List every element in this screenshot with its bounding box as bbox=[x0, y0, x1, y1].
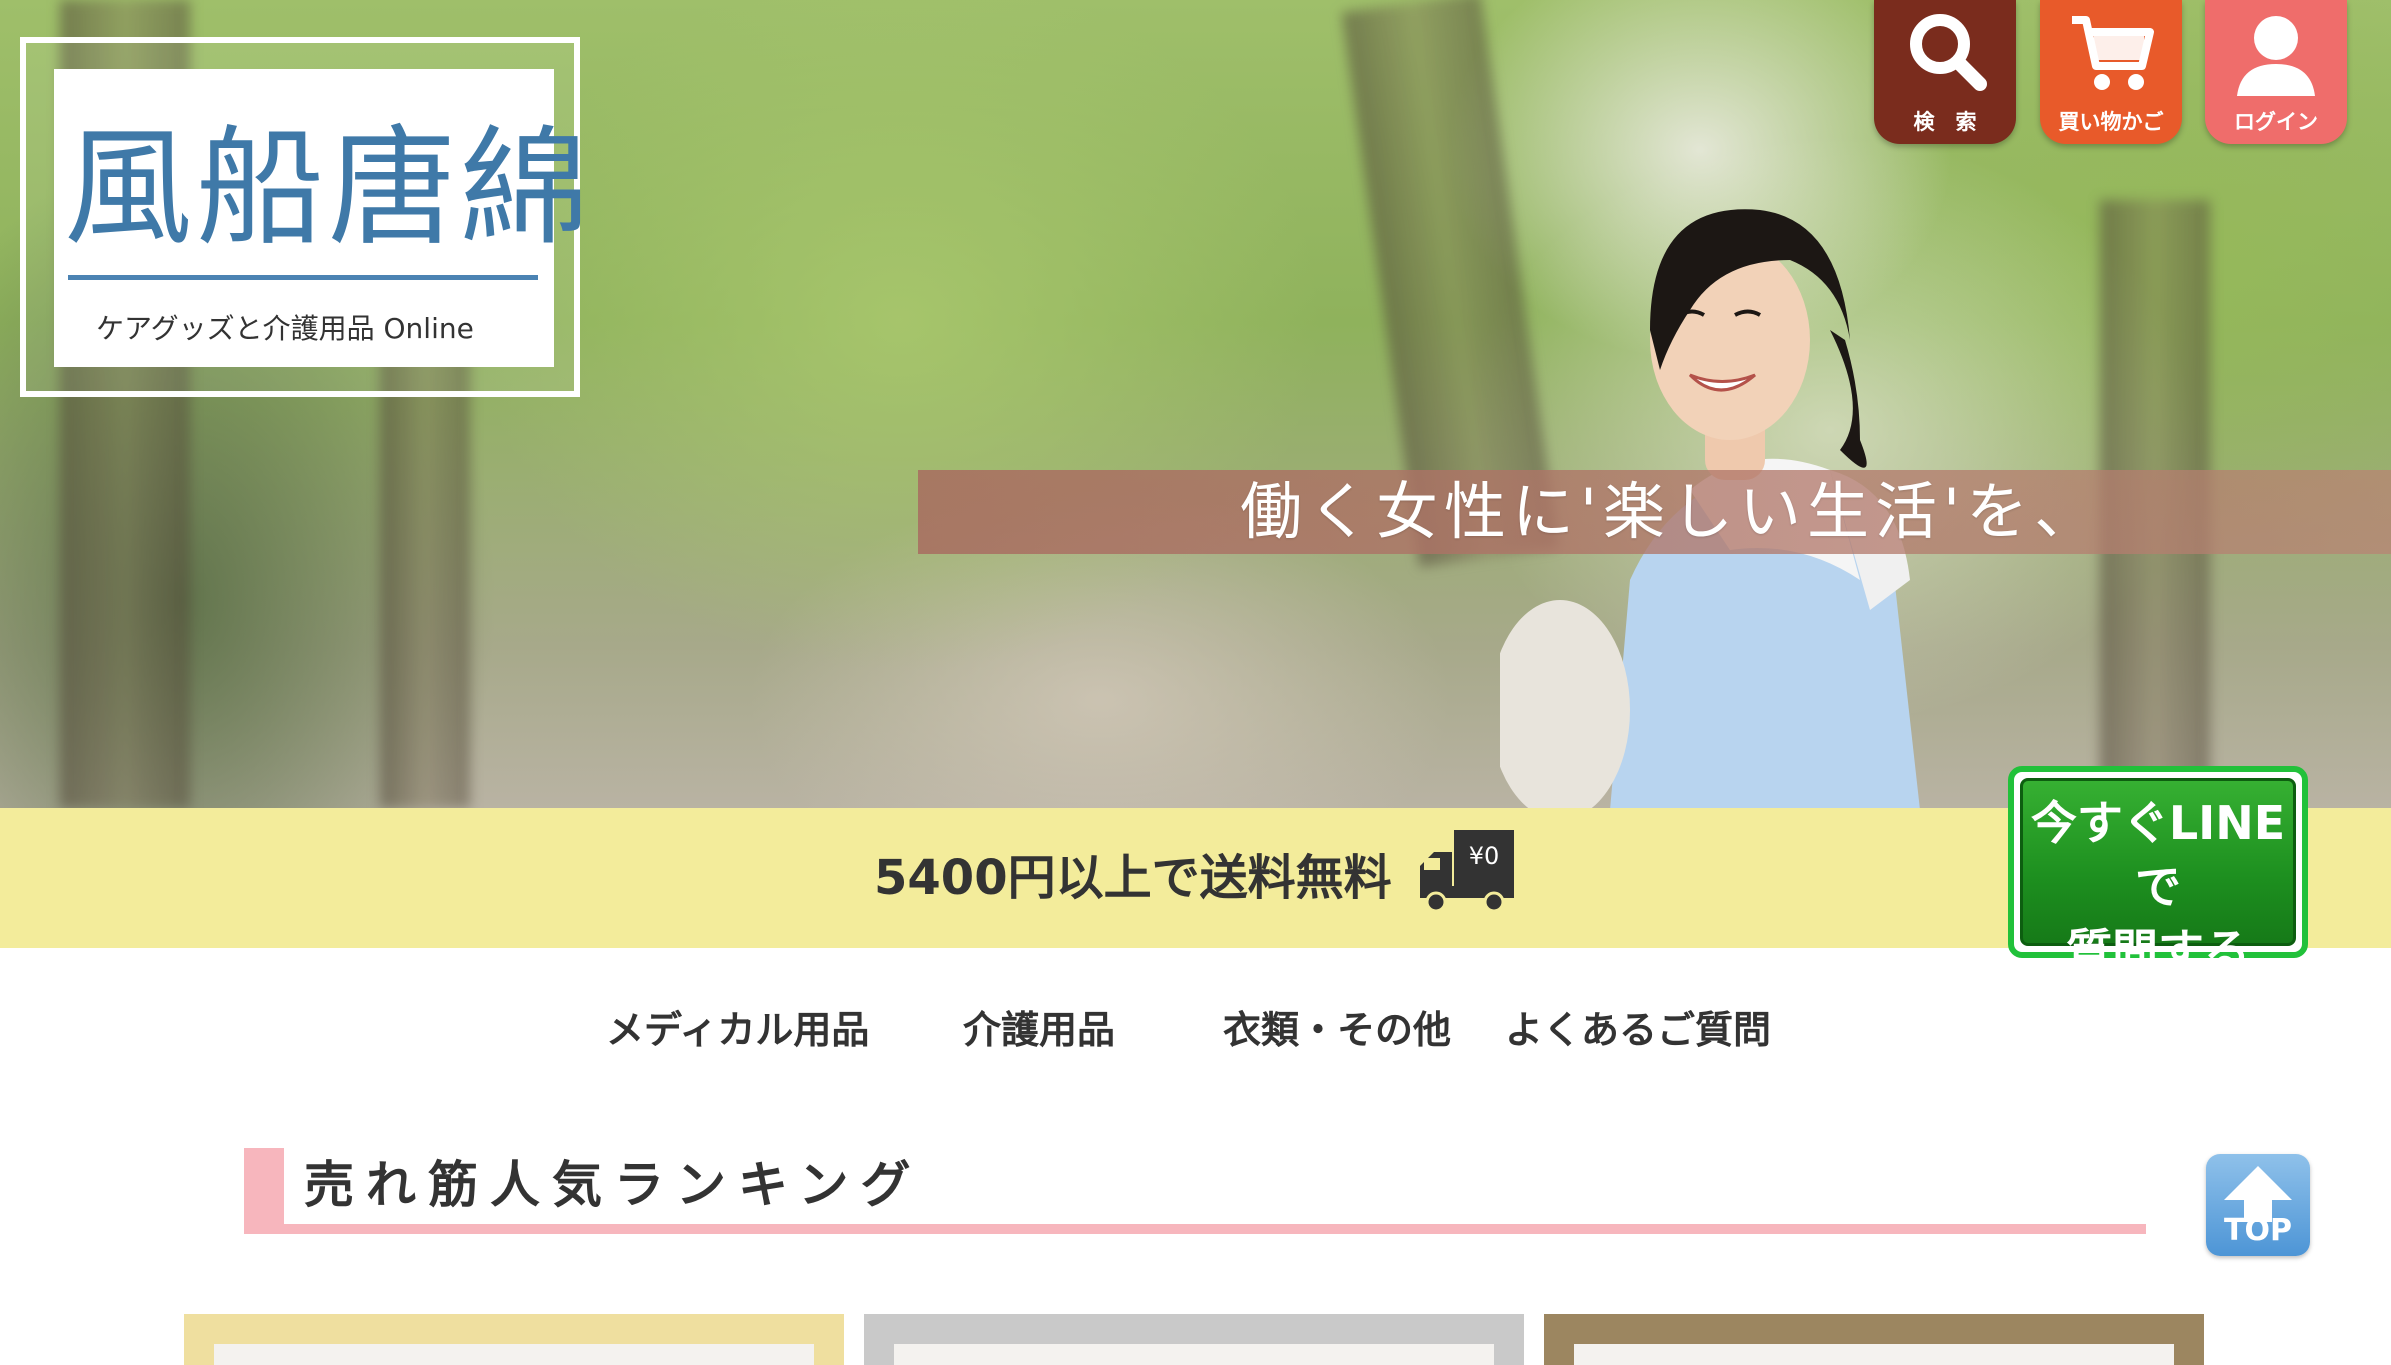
site-logo[interactable]: 風船唐綿 ケアグッズと介護用品 Online bbox=[20, 37, 593, 397]
logo-subtitle: ケアグッズと介護用品 Online bbox=[96, 312, 474, 345]
line-inquiry-panel: 今すぐLINEで 質問する bbox=[2020, 778, 2296, 978]
ranking-card-2[interactable] bbox=[864, 1314, 1524, 1365]
ranking-underline bbox=[244, 1224, 2146, 1234]
hero-tagline: 働く女性に'楽しい生活'を、 bbox=[1240, 475, 2103, 548]
ranking-card-3[interactable] bbox=[1544, 1314, 2204, 1365]
logo-kanji: 風船唐綿 bbox=[64, 114, 593, 263]
login-button[interactable]: ログイン bbox=[2205, 0, 2347, 144]
truck-icon: ¥0 bbox=[1420, 830, 1514, 913]
nav-care[interactable]: 介護用品 bbox=[963, 1000, 1115, 1060]
nav-faq[interactable]: よくあるご質問 bbox=[1505, 1000, 1771, 1060]
user-icon bbox=[2237, 16, 2315, 96]
ranking-card-image bbox=[1574, 1344, 2174, 1365]
logo-panel: 風船唐綿 ケアグッズと介護用品 Online bbox=[54, 69, 593, 367]
line-button-line1: 今すぐLINEで bbox=[2030, 796, 2286, 914]
search-icon bbox=[1910, 14, 1987, 91]
line-button-line2: 質問する bbox=[2066, 924, 2250, 978]
cart-button[interactable]: 買い物かご bbox=[2040, 0, 2182, 144]
cart-label: 買い物かご bbox=[2058, 110, 2164, 134]
ranking-card-1[interactable] bbox=[184, 1314, 844, 1365]
scroll-top-button[interactable]: TOP bbox=[2206, 1154, 2310, 1256]
search-label: 検 索 bbox=[1913, 110, 1977, 134]
truck-badge: ¥0 bbox=[1469, 842, 1500, 870]
login-label: ログイン bbox=[2234, 110, 2318, 134]
search-button[interactable]: 検 索 bbox=[1874, 0, 2016, 144]
ranking-accent-bar bbox=[244, 1148, 284, 1234]
ranking-card-image bbox=[214, 1344, 814, 1365]
ranking-title: 売れ筋人気ランキング bbox=[304, 1156, 923, 1214]
scroll-top-label: TOP bbox=[2224, 1213, 2292, 1248]
free-shipping-text: 5400円以上で送料無料 bbox=[874, 850, 1392, 906]
line-inquiry-button[interactable]: 今すぐLINEで 質問する bbox=[2008, 766, 2308, 978]
ranking-card-image bbox=[894, 1344, 1494, 1365]
cart-icon bbox=[2072, 16, 2154, 90]
nav-clothing[interactable]: 衣類・その他 bbox=[1223, 1000, 1451, 1060]
logo-underline bbox=[68, 275, 538, 280]
woman-photo bbox=[1500, 209, 1920, 808]
nav-medical[interactable]: メディカル用品 bbox=[606, 1000, 869, 1060]
